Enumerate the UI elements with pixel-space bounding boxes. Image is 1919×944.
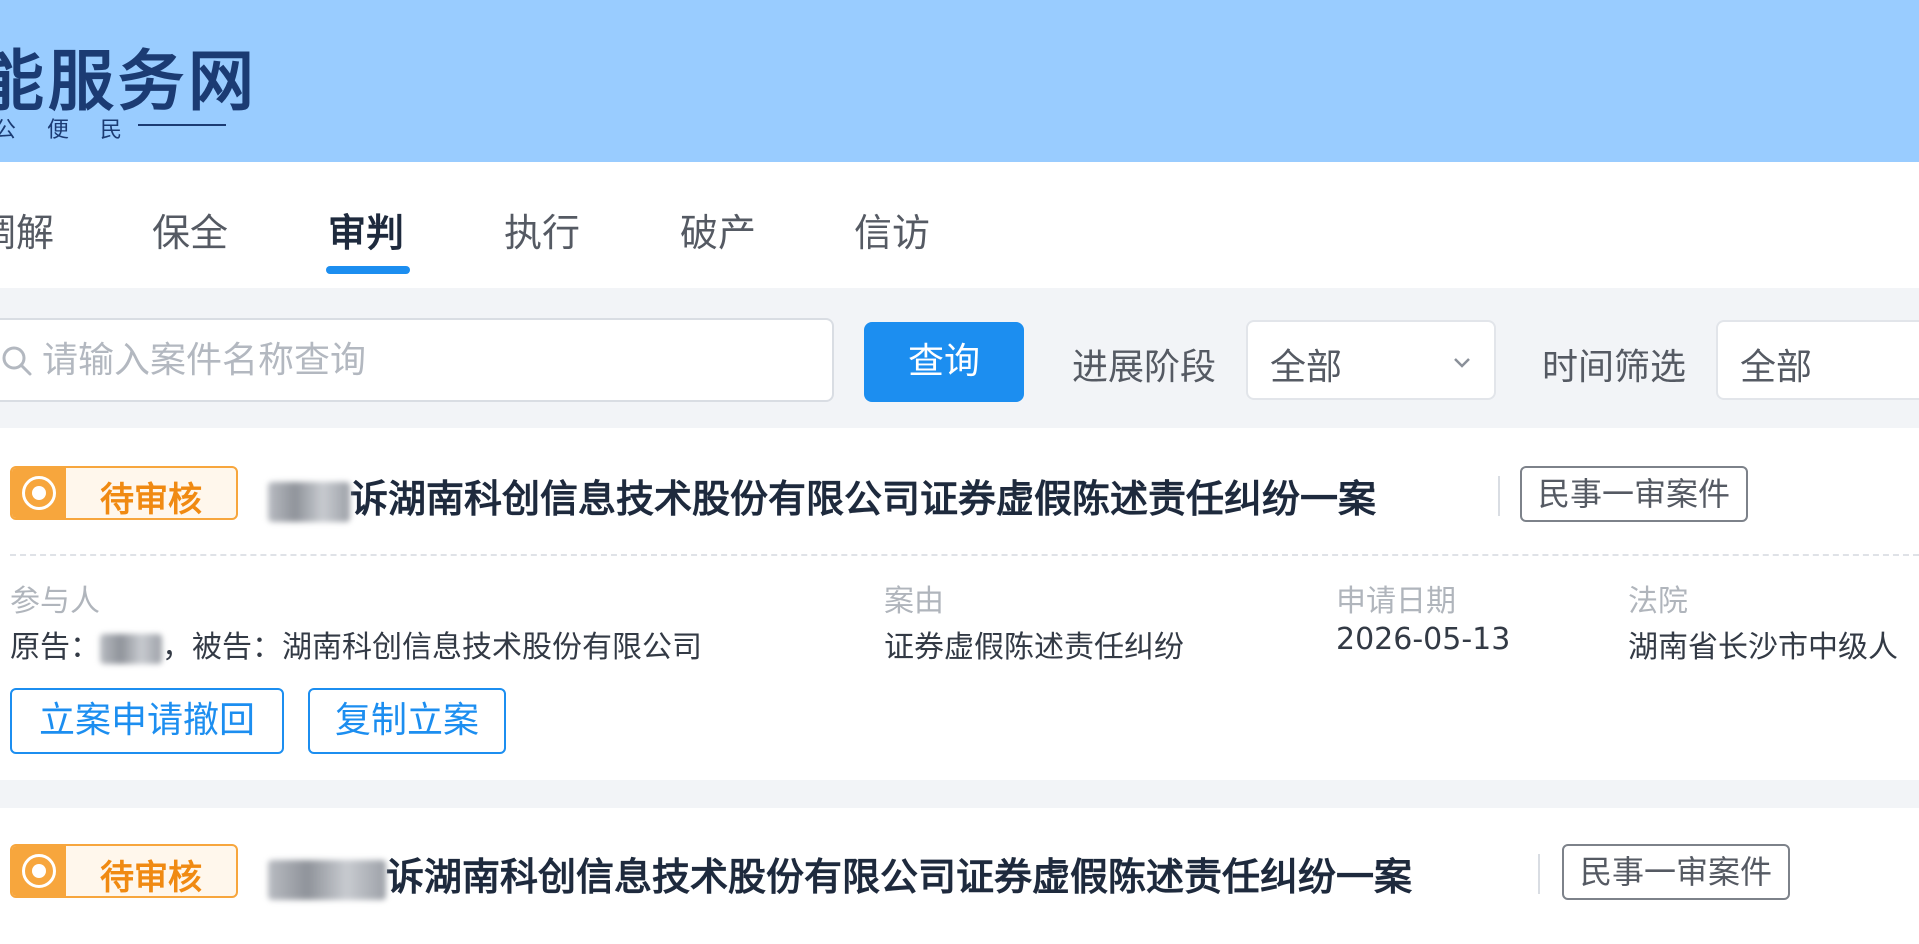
query-button[interactable]: 查询 [864,322,1024,402]
case-title[interactable]: 诉湖南科创信息技术股份有限公司证券虚假陈述责任纠纷一案 [268,846,1412,901]
category-tabs: 调解 保全 审判 执行 破产 信访 [0,162,1919,288]
case-type-tag: 民事一审案件 [1520,466,1749,522]
defendant-text: ，被告：湖南科创信息技术股份有限公司 [162,630,702,665]
site-header: 能服务网 公 便 民 [0,0,1919,162]
case-title-text: 诉湖南科创信息技术股份有限公司证券虚假陈述责任纠纷一案 [386,855,1413,899]
copy-filing-button[interactable]: 复制立案 [308,688,506,754]
court-label: 法院 [1628,584,1688,619]
tab-mediation[interactable]: 调解 [0,202,54,257]
case-type-tag: 民事一审案件 [1562,844,1791,900]
date-label: 申请日期 [1336,584,1456,619]
case-card[interactable]: 待审核 诉湖南科创信息技术股份有限公司证券虚假陈述责任纠纷一案 民事一审案件 [0,808,1919,944]
filter-bar: 查询 进展阶段 全部 时间筛选 全部 [0,288,1919,428]
redacted-name [268,859,386,900]
case-card[interactable]: 待审核 诉湖南科创信息技术股份有限公司证券虚假陈述责任纠纷一案 民事一审案件 参… [0,428,1919,780]
court-value: 湖南省长沙市中级人 [1628,630,1898,665]
time-select-value: 全部 [1740,347,1813,388]
status-badge: 待审核 [10,466,238,520]
time-filter-label: 时间筛选 [1542,347,1687,388]
parties-value: 原告： ，被告：湖南科创信息技术股份有限公司 [10,622,702,666]
pending-icon [12,846,66,896]
plaintiff-label: 原告： [10,630,100,665]
status-text: 待审核 [100,858,202,898]
search-box [0,318,834,402]
tab-bankruptcy[interactable]: 破产 [680,202,756,257]
stage-select[interactable]: 全部 [1246,320,1496,400]
tab-petition[interactable]: 信访 [854,202,930,257]
tab-trial[interactable]: 审判 [328,202,404,257]
date-value: 2026-05-13 [1336,622,1511,657]
time-select[interactable]: 全部 [1716,320,1919,400]
chevron-down-icon [1454,358,1470,368]
case-title-text: 诉湖南科创信息技术股份有限公司证券虚假陈述责任纠纷一案 [350,477,1377,521]
cause-label: 案由 [884,584,944,619]
tab-execution[interactable]: 执行 [504,202,580,257]
cause-value: 证券虚假陈述责任纠纷 [884,630,1184,665]
search-icon [2,346,32,376]
title-divider [1538,854,1540,894]
case-title[interactable]: 诉湖南科创信息技术股份有限公司证券虚假陈述责任纠纷一案 [268,468,1376,523]
stage-filter-label: 进展阶段 [1072,347,1217,388]
stage-select-value: 全部 [1270,347,1343,388]
tab-preservation[interactable]: 保全 [152,202,228,257]
card-divider [10,554,1919,556]
redacted-plaintiff [100,633,162,664]
active-tab-indicator [326,266,410,274]
withdraw-filing-button[interactable]: 立案申请撤回 [10,688,284,754]
site-title: 能服务网 [0,43,258,120]
redacted-name [268,481,350,522]
title-divider [1498,476,1500,516]
subtitle-divider [138,124,226,126]
parties-label: 参与人 [10,584,100,619]
status-text: 待审核 [100,480,202,520]
site-subtitle: 公 便 民 [0,118,134,143]
search-input[interactable] [42,334,802,386]
status-badge: 待审核 [10,844,238,898]
pending-icon [12,468,66,518]
